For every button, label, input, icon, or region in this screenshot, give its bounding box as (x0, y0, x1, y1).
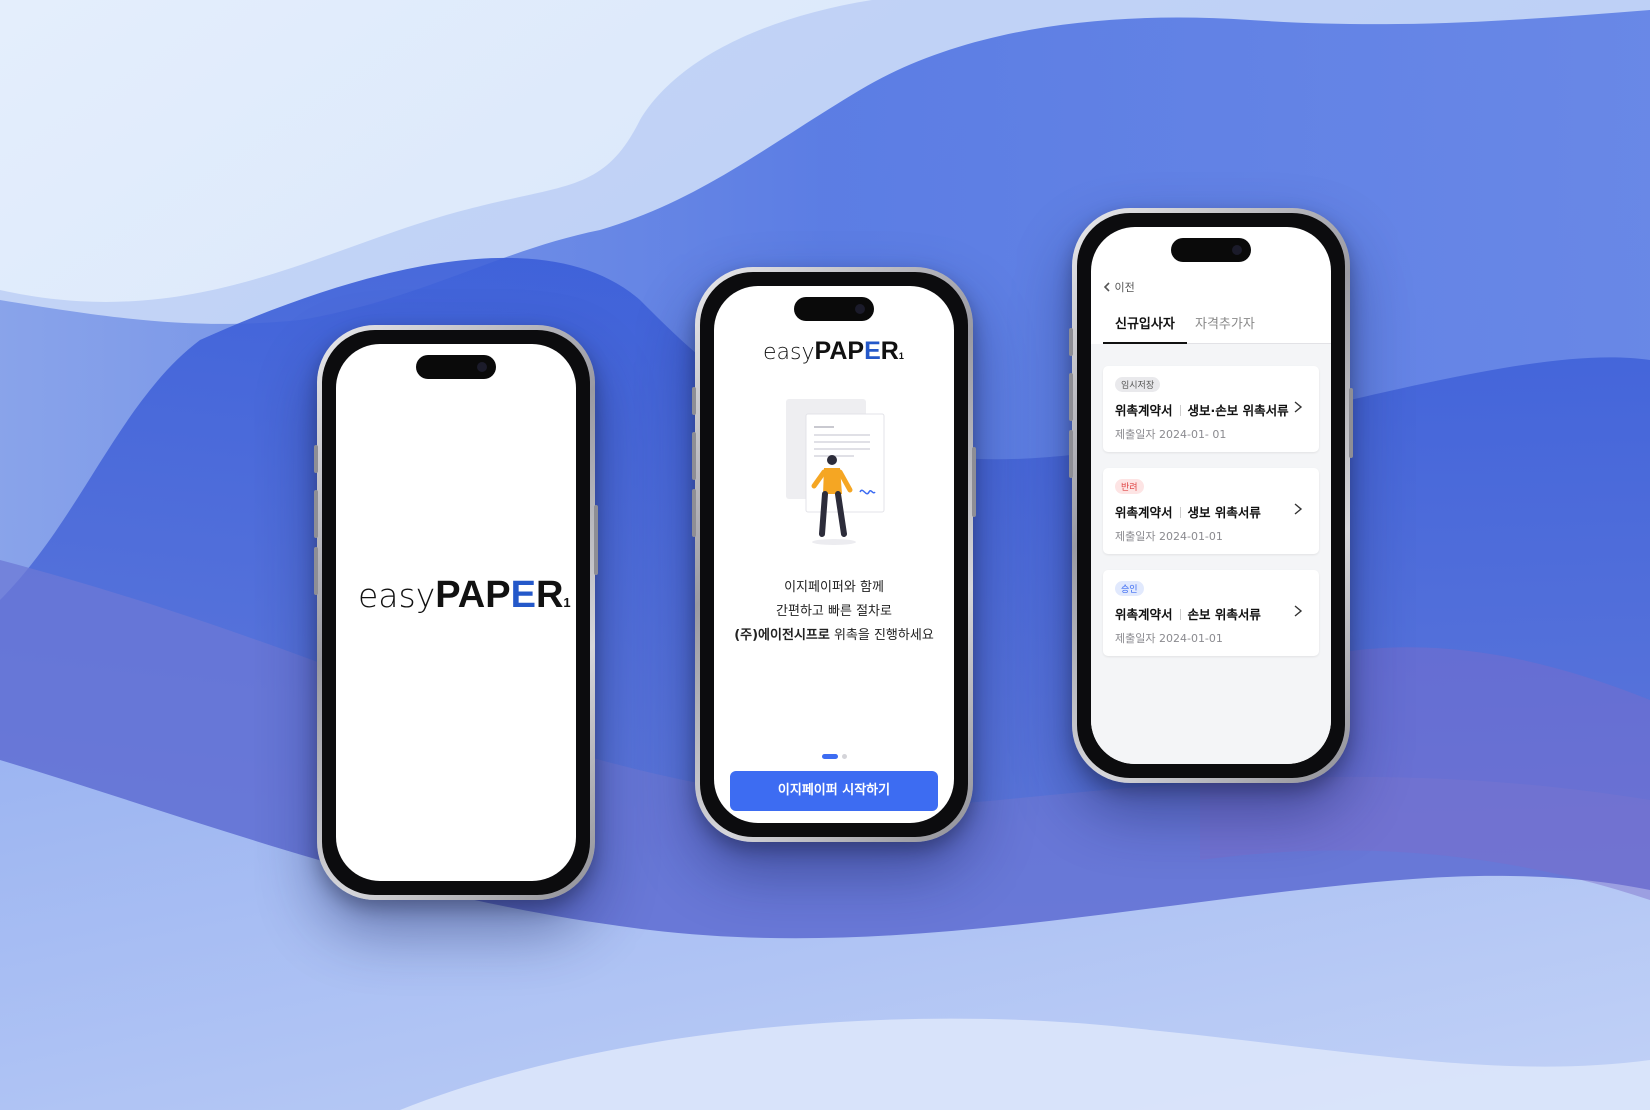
side-button (314, 445, 318, 473)
intro-line-2: 간편하고 빠른 절차로 (776, 604, 892, 619)
side-button (1069, 430, 1073, 478)
card-title: 위촉계약서 생보·손보 위촉서류 (1115, 400, 1289, 419)
camera-icon (855, 304, 865, 314)
side-button (692, 432, 696, 480)
intro-line-3-rest: 위촉을 진행하세요 (829, 628, 934, 643)
doc-type: 생보·손보 위촉서류 (1187, 403, 1289, 418)
doc-name: 위촉계약서 (1115, 505, 1173, 520)
document-list: 임시저장 위촉계약서 생보·손보 위촉서류 제출일자 2024-01- 01 반려… (1091, 344, 1331, 764)
logo-pap: PAP (435, 574, 511, 616)
easypaper-logo: easyPAPER1 (358, 572, 571, 617)
status-badge: 임시저장 (1115, 377, 1161, 392)
logo-easy: easy (763, 340, 815, 365)
logo-r: R (880, 337, 899, 365)
onboarding-screen: easyPAPER1 이지페이퍼와 함께 간편하고 빠른 절차로 (주)에이전시… (714, 286, 954, 823)
document-signing-illustration (786, 399, 885, 545)
tab-qualification-add[interactable]: 자격추가자 (1195, 315, 1255, 342)
bezel: easyPAPER1 (322, 330, 590, 895)
document-card[interactable]: 임시저장 위촉계약서 생보·손보 위촉서류 제출일자 2024-01- 01 (1103, 366, 1319, 452)
chevron-right-icon (1294, 503, 1303, 515)
logo-one: 1 (563, 595, 571, 610)
side-button (594, 505, 598, 575)
card-title: 위촉계약서 생보 위촉서류 (1115, 502, 1261, 521)
bezel: 이전 신규입사자 자격추가자 임시저장 위촉계약서 생보·손보 위촉서류 제출일자… (1077, 213, 1345, 778)
side-button (1069, 328, 1073, 356)
phone-onboarding: easyPAPER1 이지페이퍼와 함께 간편하고 빠른 절차로 (주)에이전시… (692, 267, 976, 842)
document-card[interactable]: 반려 위촉계약서 생보 위촉서류 제출일자 2024-01-01 (1103, 468, 1319, 554)
camera-icon (477, 362, 487, 372)
side-button (972, 447, 976, 517)
page-dot[interactable] (841, 754, 847, 759)
intro-line-3: (주)에이전시프로 위촉을 진행하세요 (714, 624, 954, 648)
splash-screen: easyPAPER1 (336, 344, 576, 881)
side-button (1069, 373, 1073, 421)
logo-one: 1 (898, 351, 904, 361)
side-button (314, 490, 318, 538)
easypaper-logo: easyPAPER1 (763, 336, 904, 366)
chevron-right-icon (1294, 605, 1303, 617)
dynamic-island (416, 355, 496, 379)
logo-r: R (535, 574, 564, 616)
phone-document-list: 이전 신규입사자 자격추가자 임시저장 위촉계약서 생보·손보 위촉서류 제출일자… (1069, 208, 1353, 783)
divider (1179, 609, 1181, 620)
camera-icon (1232, 245, 1242, 255)
status-badge: 승인 (1115, 581, 1144, 596)
logo-easy: easy (358, 576, 436, 615)
submission-date: 제출일자 2024-01-01 (1115, 530, 1223, 543)
logo-e: E (510, 574, 536, 616)
submission-date: 제출일자 2024-01- 01 (1115, 428, 1227, 441)
page-indicator (714, 746, 954, 765)
status-badge: 반려 (1115, 479, 1144, 494)
logo-pap: PAP (814, 337, 865, 365)
dynamic-island (1171, 238, 1251, 262)
side-button (1349, 388, 1353, 458)
side-button (692, 489, 696, 537)
chevron-right-icon (1294, 401, 1303, 413)
logo-e: E (864, 337, 881, 365)
doc-name: 위촉계약서 (1115, 403, 1173, 418)
phone-splash: easyPAPER1 (314, 325, 598, 900)
dynamic-island (794, 297, 874, 321)
submission-date: 제출일자 2024-01-01 (1115, 632, 1223, 645)
tab-new-hire[interactable]: 신규입사자 (1103, 315, 1187, 344)
doc-type: 생보 위촉서류 (1187, 505, 1261, 520)
doc-name: 위촉계약서 (1115, 607, 1173, 622)
tab-bar: 신규입사자 자격추가자 (1103, 315, 1331, 344)
chevron-left-icon (1103, 282, 1110, 292)
doc-type: 손보 위촉서류 (1187, 607, 1261, 622)
page-dot-active[interactable] (821, 754, 838, 759)
side-button (692, 387, 696, 415)
back-button[interactable]: 이전 (1103, 279, 1135, 295)
card-title: 위촉계약서 손보 위촉서류 (1115, 604, 1261, 623)
divider (1179, 507, 1181, 518)
document-list-screen: 이전 신규입사자 자격추가자 임시저장 위촉계약서 생보·손보 위촉서류 제출일자… (1091, 227, 1331, 764)
intro-line-1: 이지페이퍼와 함께 (784, 580, 884, 595)
back-label: 이전 (1114, 281, 1135, 294)
side-button (314, 547, 318, 595)
company-name: (주)에이전시프로 (734, 628, 830, 643)
start-easypaper-button[interactable]: 이지페이퍼 시작하기 (730, 771, 938, 811)
document-card[interactable]: 승인 위촉계약서 손보 위촉서류 제출일자 2024-01-01 (1103, 570, 1319, 656)
divider (1179, 405, 1181, 416)
bezel: easyPAPER1 이지페이퍼와 함께 간편하고 빠른 절차로 (주)에이전시… (700, 272, 968, 837)
